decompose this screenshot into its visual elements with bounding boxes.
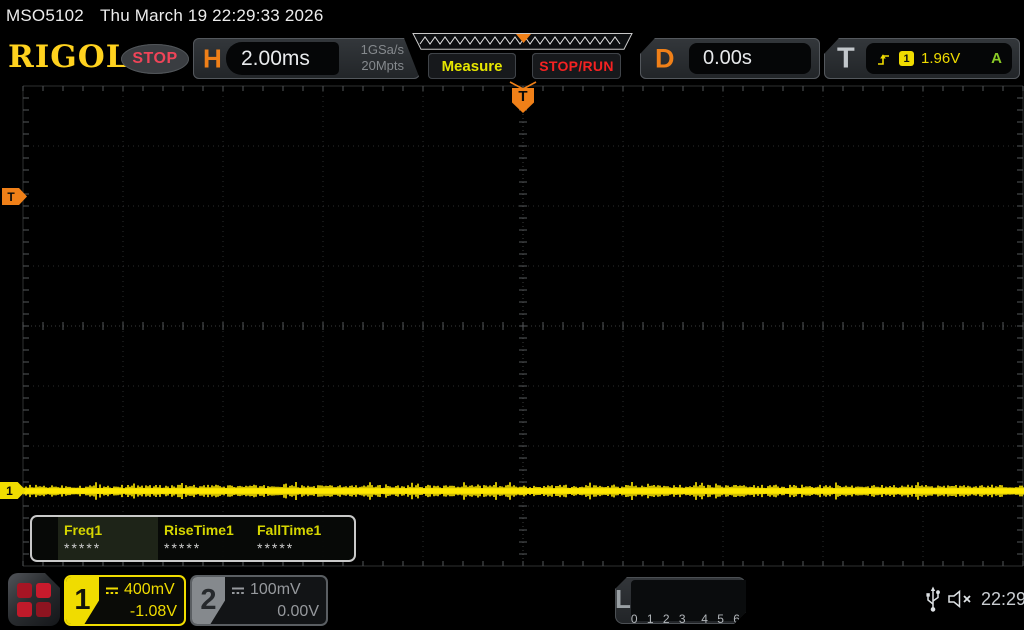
channel2-block[interactable]: 2 100mV 0.00V bbox=[190, 575, 328, 626]
measurement-risetime1[interactable]: RiseTime1 ***** bbox=[158, 517, 251, 560]
delay-label: D bbox=[655, 43, 675, 73]
memory-depth: 20Mpts bbox=[361, 58, 404, 73]
dc-coupling-icon bbox=[106, 587, 118, 594]
timebase-value: 2.00ms bbox=[241, 46, 310, 70]
trigger-level-value: 1.96V bbox=[921, 50, 961, 67]
speaker-muted-icon[interactable] bbox=[947, 589, 975, 609]
measure-button[interactable]: Measure bbox=[428, 53, 516, 79]
sample-rate-block: 1GSa/s 20Mpts bbox=[361, 42, 404, 74]
stop-run-button[interactable]: STOP/RUN bbox=[532, 53, 621, 79]
channel2-scale: 100mV bbox=[250, 581, 301, 598]
waveform-overview-bar[interactable] bbox=[410, 33, 635, 50]
model-name: MSO5102 bbox=[6, 6, 84, 25]
rising-edge-icon bbox=[878, 53, 889, 65]
measurement-falltime1[interactable]: FallTime1 ***** bbox=[251, 517, 344, 560]
horizontal-panel[interactable]: H 2.00ms 1GSa/s 20Mpts bbox=[193, 38, 420, 79]
digital-channels-block[interactable]: L 0 1 2 3 4 5 6 7 8 9 1011 12131415 bbox=[615, 577, 746, 624]
trigger-source-badge: 1 bbox=[899, 51, 914, 66]
horizontal-label: H bbox=[203, 43, 222, 73]
digital-channel-list: 0 1 2 3 4 5 6 7 8 9 1011 12131415 bbox=[631, 580, 759, 621]
channel1-offset: -1.08V bbox=[129, 603, 177, 620]
trigger-label: T bbox=[837, 42, 855, 74]
channel2-offset: 0.00V bbox=[277, 603, 319, 620]
clock: 22:29 bbox=[981, 589, 1024, 609]
function-navigation-button[interactable] bbox=[8, 573, 60, 626]
delay-panel[interactable]: D 0.00s bbox=[640, 38, 820, 79]
run-state-badge: STOP bbox=[121, 44, 189, 74]
dc-coupling-icon bbox=[232, 587, 244, 594]
usb-icon bbox=[926, 586, 940, 612]
trigger-sweep-mode: A bbox=[991, 50, 1002, 67]
trigger-panel[interactable]: T 1 1.96V A bbox=[824, 38, 1020, 79]
channel1-scale: 400mV bbox=[124, 581, 175, 598]
datetime: Thu March 19 22:29:33 2026 bbox=[99, 6, 324, 25]
apps-grid-icon bbox=[17, 583, 51, 617]
oscilloscope-screen: MSO5102 Thu March 19 22:29:33 2026 RIGOL … bbox=[0, 0, 1024, 630]
sample-rate: 1GSa/s bbox=[360, 42, 404, 57]
channel2-number-tab: 2 bbox=[192, 577, 225, 624]
top-info-bar: MSO5102 Thu March 19 22:29:33 2026 bbox=[6, 6, 339, 26]
rigol-logo: RIGOL bbox=[8, 39, 129, 75]
channel1-number-tab: 1 bbox=[66, 577, 99, 624]
measurement-panel[interactable]: Freq1 ***** RiseTime1 ***** FallTime1 **… bbox=[30, 515, 356, 562]
channel1-block[interactable]: 1 400mV -1.08V bbox=[64, 575, 186, 626]
delay-value: 0.00s bbox=[703, 47, 752, 69]
measurement-freq1[interactable]: Freq1 ***** bbox=[58, 517, 158, 560]
